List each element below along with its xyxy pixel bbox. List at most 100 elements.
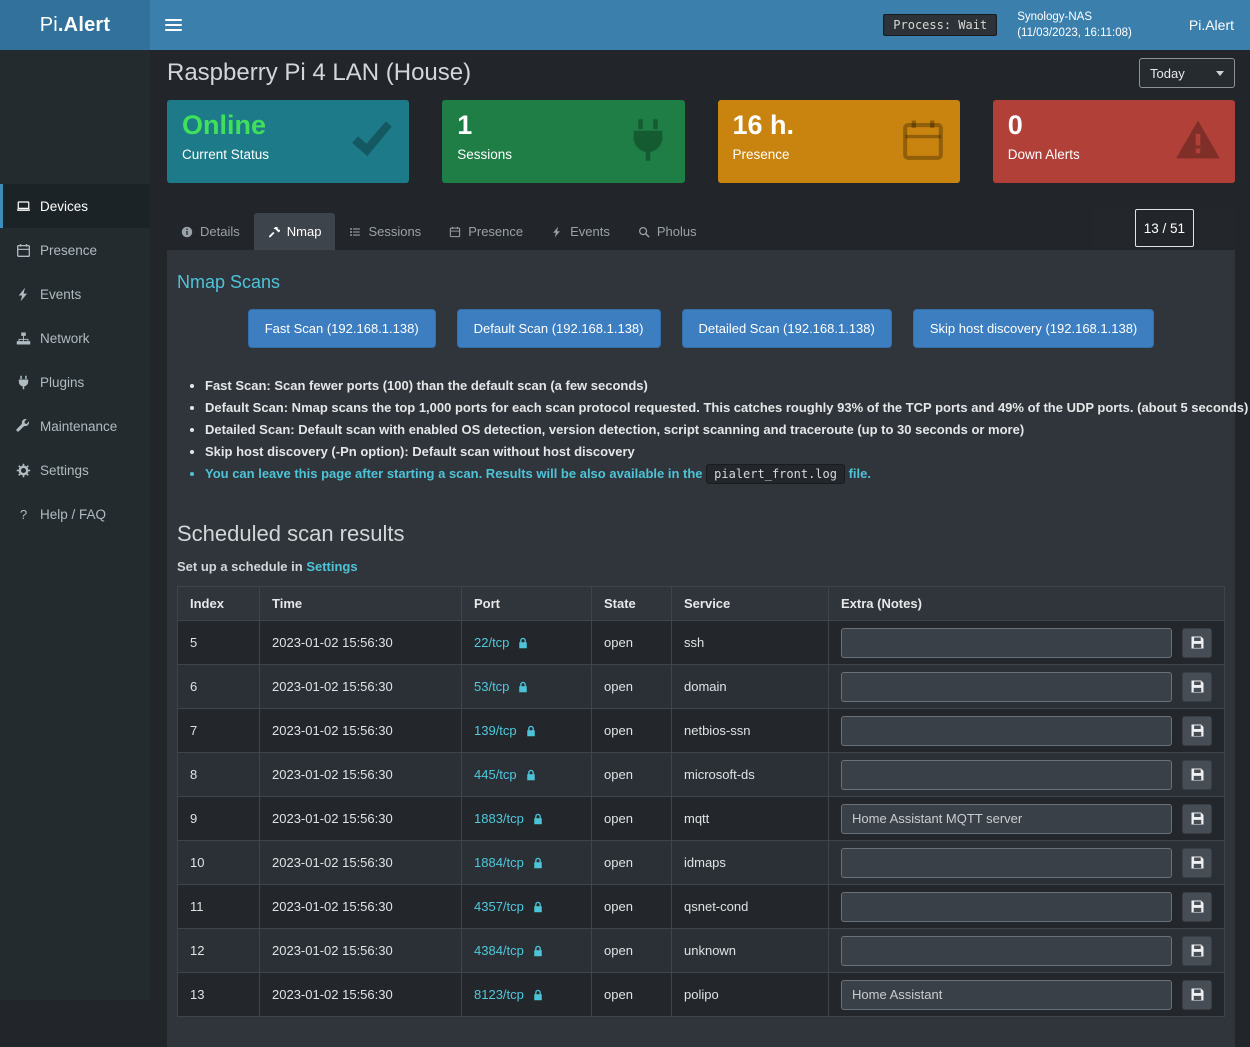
sidebar-item-devices[interactable]: Devices <box>0 184 150 228</box>
port-link[interactable]: 445/tcp <box>474 767 537 782</box>
index-cell: 12 <box>178 929 260 973</box>
time-cell: 2023-01-02 15:56:30 <box>260 973 462 1017</box>
note-input[interactable] <box>841 672 1172 702</box>
save-note-button[interactable] <box>1182 628 1212 658</box>
scan-result-row: 62023-01-02 15:56:3053/tcpopendomain <box>178 665 1225 709</box>
sidebar-item-settings[interactable]: Settings <box>0 448 150 492</box>
app-logo[interactable]: Pi.Alert <box>0 0 150 50</box>
detailed-scan-button[interactable]: Detailed Scan (192.168.1.138) <box>682 309 892 348</box>
default-scan-button[interactable]: Default Scan (192.168.1.138) <box>457 309 661 348</box>
time-cell: 2023-01-02 15:56:30 <box>260 929 462 973</box>
service-cell: polipo <box>672 973 829 1017</box>
tab-events[interactable]: Events <box>537 213 624 250</box>
nas-device-icon <box>1152 14 1180 36</box>
summary-card-presence[interactable]: 16 h.Presence <box>718 100 960 183</box>
next-device-button[interactable] <box>1197 209 1235 247</box>
laptop-icon <box>16 199 31 214</box>
notes-cell <box>829 929 1225 973</box>
lock-icon <box>532 813 544 825</box>
scan-note: Default Scan: Nmap scans the top 1,000 p… <box>205 400 1225 415</box>
save-note-button[interactable] <box>1182 804 1212 834</box>
skip-host-discovery-button[interactable]: Skip host discovery (192.168.1.138) <box>913 309 1154 348</box>
tab-details[interactable]: Details <box>167 213 254 250</box>
notes-cell <box>829 841 1225 885</box>
time-cell: 2023-01-02 15:56:30 <box>260 709 462 753</box>
scan-results-body: 52023-01-02 15:56:3022/tcpopenssh62023-0… <box>178 621 1225 1017</box>
note-input[interactable] <box>841 760 1172 790</box>
top-navbar: Pi.Alert Process: Wait Synology-NAS (11/… <box>0 0 1250 50</box>
nmap-tab-panel: Nmap Scans Fast Scan (192.168.1.138)Defa… <box>167 250 1235 1047</box>
scan-result-row: 72023-01-02 15:56:30139/tcpopennetbios-s… <box>178 709 1225 753</box>
sidebar-item-plugins[interactable]: Plugins <box>0 360 150 404</box>
port-link[interactable]: 4357/tcp <box>474 899 544 914</box>
time-cell: 2023-01-02 15:56:30 <box>260 797 462 841</box>
floppy-icon <box>1190 635 1205 650</box>
port-link[interactable]: 4384/tcp <box>474 943 544 958</box>
index-cell: 8 <box>178 753 260 797</box>
sidebar-item-help[interactable]: ?Help / FAQ <box>0 492 150 536</box>
note-input[interactable] <box>841 804 1172 834</box>
sidebar-item-presence[interactable]: Presence <box>0 228 150 272</box>
time-cell: 2023-01-02 15:56:30 <box>260 885 462 929</box>
gear-icon <box>16 463 31 478</box>
note-input[interactable] <box>841 628 1172 658</box>
state-cell: open <box>592 621 672 665</box>
save-note-button[interactable] <box>1182 980 1212 1010</box>
port-cell: 53/tcp <box>462 665 592 709</box>
floppy-icon <box>1190 723 1205 738</box>
tab-row: DetailsNmapSessionsPresenceEventsPholus … <box>167 209 1235 250</box>
device-page-indicator: 13 / 51 <box>1135 209 1194 247</box>
previous-device-button[interactable] <box>1094 209 1132 247</box>
lock-icon <box>532 945 544 957</box>
tab-sessions[interactable]: Sessions <box>335 213 435 250</box>
note-input[interactable] <box>841 716 1172 746</box>
fast-scan-button[interactable]: Fast Scan (192.168.1.138) <box>248 309 436 348</box>
state-cell: open <box>592 797 672 841</box>
save-note-button[interactable] <box>1182 716 1212 746</box>
service-cell: qsnet-cond <box>672 885 829 929</box>
save-note-button[interactable] <box>1182 936 1212 966</box>
notes-cell <box>829 885 1225 929</box>
note-input[interactable] <box>841 936 1172 966</box>
period-select[interactable]: Today <box>1139 58 1235 88</box>
sidebar-menu: DevicesPresenceEventsNetworkPluginsMaint… <box>0 184 150 536</box>
save-note-button[interactable] <box>1182 672 1212 702</box>
port-link[interactable]: 53/tcp <box>474 679 529 694</box>
sidebar-item-maintenance[interactable]: Maintenance <box>0 404 150 448</box>
tab-nmap[interactable]: Nmap <box>254 213 336 250</box>
column-header: Index <box>178 587 260 621</box>
summary-card-sessions[interactable]: 1Sessions <box>442 100 684 183</box>
scan-result-row: 132023-01-02 15:56:308123/tcpopenpolipo <box>178 973 1225 1017</box>
port-link[interactable]: 1883/tcp <box>474 811 544 826</box>
chevron-right-icon <box>1209 221 1223 235</box>
port-link[interactable]: 139/tcp <box>474 723 537 738</box>
save-note-button[interactable] <box>1182 892 1212 922</box>
note-input[interactable] <box>841 980 1172 1010</box>
summary-card-current-status[interactable]: OnlineCurrent Status <box>167 100 409 183</box>
scheduled-results-heading: Scheduled scan results <box>177 521 1225 547</box>
port-link[interactable]: 1884/tcp <box>474 855 544 870</box>
tab-label: Presence <box>468 224 523 239</box>
bolt-icon <box>551 226 563 238</box>
scan-result-row: 112023-01-02 15:56:304357/tcpopenqsnet-c… <box>178 885 1225 929</box>
user-menu[interactable]: Pi.Alert <box>1152 14 1234 36</box>
scan-result-row: 92023-01-02 15:56:301883/tcpopenmqtt <box>178 797 1225 841</box>
summary-card-down-alerts[interactable]: 0Down Alerts <box>993 100 1235 183</box>
save-note-button[interactable] <box>1182 760 1212 790</box>
sidebar-item-events[interactable]: Events <box>0 272 150 316</box>
note-input[interactable] <box>841 892 1172 922</box>
tab-label: Sessions <box>368 224 421 239</box>
menu-toggle-icon[interactable] <box>150 0 196 50</box>
port-cell: 139/tcp <box>462 709 592 753</box>
sidebar-item-network[interactable]: Network <box>0 316 150 360</box>
settings-link[interactable]: Settings <box>306 559 357 574</box>
info-note-text: You can leave this page after starting a… <box>205 466 706 481</box>
note-input[interactable] <box>841 848 1172 878</box>
port-link[interactable]: 22/tcp <box>474 635 529 650</box>
service-cell: idmaps <box>672 841 829 885</box>
tab-pholus[interactable]: Pholus <box>624 213 711 250</box>
column-header: Time <box>260 587 462 621</box>
save-note-button[interactable] <box>1182 848 1212 878</box>
lock-icon <box>517 681 529 693</box>
tab-presence[interactable]: Presence <box>435 213 537 250</box>
